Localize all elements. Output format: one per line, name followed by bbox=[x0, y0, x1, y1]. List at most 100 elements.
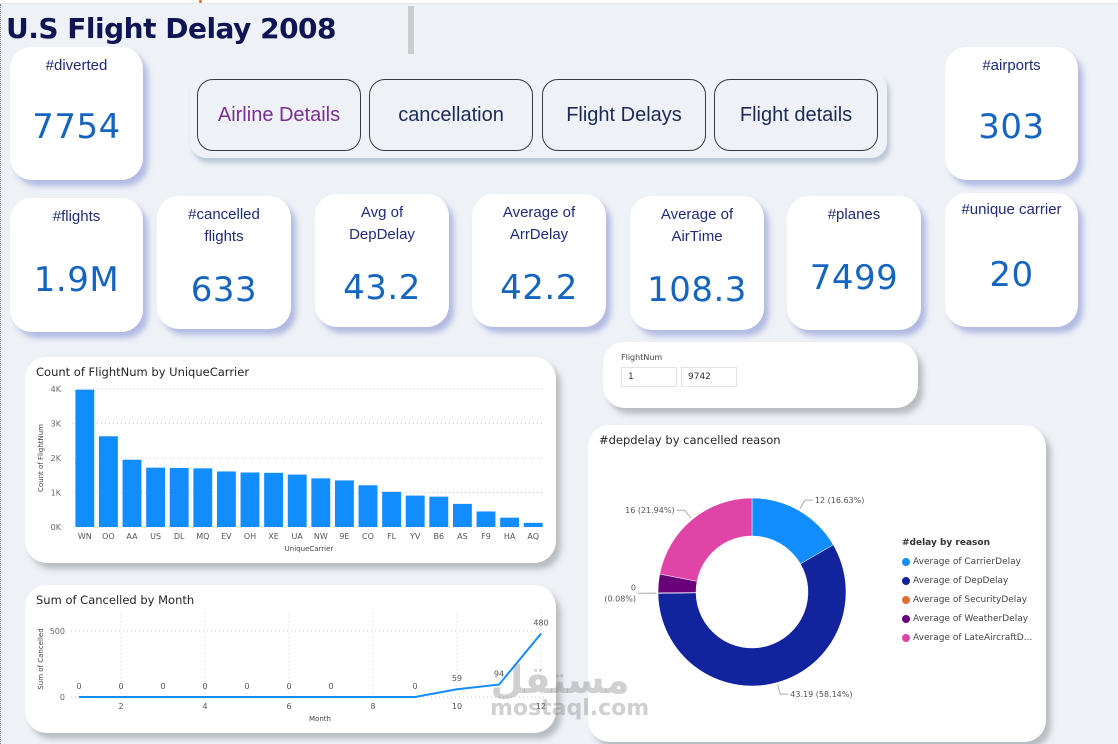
bar bbox=[169, 468, 189, 527]
x-tick-label: US bbox=[150, 532, 161, 541]
kpi-label: #flights bbox=[52, 208, 101, 225]
data-label: 0 bbox=[244, 682, 249, 691]
legend-dot-icon bbox=[902, 557, 910, 566]
x-tick-label: AS bbox=[457, 532, 468, 541]
legend-dot-icon bbox=[902, 595, 910, 604]
data-label: 0 bbox=[118, 682, 123, 691]
nav-button-airline-details[interactable]: Airline Details bbox=[197, 79, 361, 151]
y-axis-title: Sum of Cancelled bbox=[37, 628, 45, 689]
bar bbox=[334, 480, 354, 527]
kpi-value: 108.3 bbox=[647, 270, 747, 310]
leader-line bbox=[799, 499, 813, 510]
bar bbox=[429, 496, 449, 527]
nav-button-flight-delays[interactable]: Flight Delays bbox=[542, 79, 706, 151]
bar bbox=[146, 467, 166, 527]
legend-item[interactable]: Average of WeatherDelay bbox=[902, 609, 1032, 628]
data-label: (0.08%) bbox=[604, 594, 636, 603]
bar-chart-card: Count of FlightNum by UniqueCarrier 0K 1K… bbox=[25, 357, 556, 563]
data-label: 59 bbox=[452, 674, 462, 683]
line-chart: 0 500 2 4 6 8 10 12 0 0 0 0 0 0 0 0 59 94 480 Month Sum of C… bbox=[37, 613, 549, 723]
kpi-diverted: #diverted 7754 bbox=[10, 47, 143, 180]
kpi-value: 43.2 bbox=[343, 268, 421, 308]
data-label: 480 bbox=[533, 619, 548, 628]
kpi-avg-arrdelay: Average of ArrDelay 42.2 bbox=[472, 194, 606, 327]
data-label: 0 bbox=[286, 682, 291, 691]
kpi-label: Average of AirTime bbox=[660, 206, 734, 245]
x-tick-label: OO bbox=[102, 532, 115, 541]
y-tick-label: 2K bbox=[51, 454, 62, 463]
line-series bbox=[79, 633, 542, 698]
bar bbox=[216, 471, 236, 527]
kpi-value: 303 bbox=[978, 107, 1045, 147]
y-tick-label: 500 bbox=[50, 627, 65, 636]
data-label: 0 bbox=[76, 682, 81, 691]
legend-dot-icon bbox=[902, 614, 910, 623]
bar bbox=[523, 522, 543, 527]
x-tick-label: DL bbox=[174, 532, 185, 541]
kpi-planes: #planes 7499 bbox=[787, 196, 921, 330]
legend-item[interactable]: Average of DepDelay bbox=[902, 571, 1032, 590]
x-tick-label: UA bbox=[292, 532, 304, 541]
data-label: 16 (21.94%) bbox=[625, 506, 674, 515]
legend-label: Average of CarrierDelay bbox=[913, 556, 1021, 567]
x-tick-label: 8 bbox=[370, 702, 375, 711]
kpi-avg-airtime: Average of AirTime 108.3 bbox=[630, 196, 764, 330]
leader-line bbox=[777, 684, 789, 695]
kpi-label: Average of ArrDelay bbox=[502, 204, 576, 243]
bar bbox=[122, 459, 142, 527]
page-title: U.S Flight Delay 2008 bbox=[6, 12, 337, 45]
x-tick-label: NW bbox=[314, 532, 328, 541]
x-tick-label: CO bbox=[362, 532, 374, 541]
bar bbox=[193, 468, 213, 527]
x-tick-label: F9 bbox=[481, 532, 491, 541]
bar bbox=[98, 436, 118, 527]
bar bbox=[452, 503, 472, 527]
kpi-label: Avg of DepDelay bbox=[349, 204, 415, 243]
nav-button-flight-details[interactable]: Flight details bbox=[714, 79, 878, 151]
x-tick-label: 2 bbox=[118, 702, 123, 711]
legend-dot-icon bbox=[902, 576, 910, 585]
bar bbox=[264, 472, 284, 527]
bar-chart: 0K 1K 2K 3K 4K WN OO AA US DL MQ EV OH XE UA NW 9E CO FL YV… bbox=[37, 385, 545, 553]
flightnum-slicer: FlightNum bbox=[603, 342, 918, 408]
bar bbox=[476, 511, 496, 527]
data-label: 0 bbox=[412, 682, 417, 691]
y-tick-label: 0K bbox=[51, 523, 62, 532]
kpi-cancelled-flights: #cancelled flights 633 bbox=[157, 196, 291, 329]
kpi-value: 633 bbox=[190, 270, 258, 310]
data-label: 0 bbox=[328, 682, 333, 691]
kpi-flights: #flights 1.9M bbox=[10, 198, 143, 332]
legend-dot-icon bbox=[902, 633, 910, 642]
nav-button-cancellation[interactable]: cancellation bbox=[369, 79, 533, 151]
slicer-min-input[interactable] bbox=[621, 367, 677, 387]
y-tick-label: 1K bbox=[51, 489, 62, 498]
data-label: 43.19 (58.14%) bbox=[790, 690, 852, 699]
x-tick-label: 12 bbox=[536, 702, 546, 711]
bar bbox=[405, 495, 425, 527]
x-tick-label: FL bbox=[387, 532, 397, 541]
x-tick-label: AA bbox=[126, 532, 138, 541]
x-axis-title: UniqueCarrier bbox=[285, 545, 334, 553]
divider bbox=[408, 6, 414, 54]
x-axis-title: Month bbox=[309, 715, 331, 723]
data-label: 12 (16.63%) bbox=[815, 496, 864, 505]
slicer-max-input[interactable] bbox=[681, 367, 737, 387]
kpi-unique-carrier: #unique carrier 20 bbox=[945, 193, 1078, 327]
page-left-border bbox=[0, 4, 1, 744]
line-chart-card: Sum of Cancelled by Month 0 500 2 4 6 8 10 12 0 0… bbox=[25, 585, 556, 733]
legend-label: Average of DepDelay bbox=[913, 575, 1009, 586]
y-tick-label: 4K bbox=[51, 385, 62, 394]
bar bbox=[287, 474, 307, 527]
kpi-label: #unique carrier bbox=[961, 201, 1062, 218]
kpi-airports: #airports 303 bbox=[945, 47, 1078, 180]
legend-item[interactable]: Average of CarrierDelay bbox=[902, 552, 1032, 571]
x-tick-label: HA bbox=[504, 532, 516, 541]
kpi-label: #diverted bbox=[45, 57, 108, 74]
bar bbox=[382, 491, 402, 527]
y-axis-title: Count of FlightNum bbox=[37, 424, 45, 492]
leader-line bbox=[676, 509, 692, 519]
legend-item[interactable]: Average of SecurityDelay bbox=[902, 590, 1032, 609]
x-tick-label: B6 bbox=[434, 532, 445, 541]
x-tick-label: YV bbox=[409, 532, 421, 541]
legend-item[interactable]: Average of LateAircraftD... bbox=[902, 628, 1032, 647]
